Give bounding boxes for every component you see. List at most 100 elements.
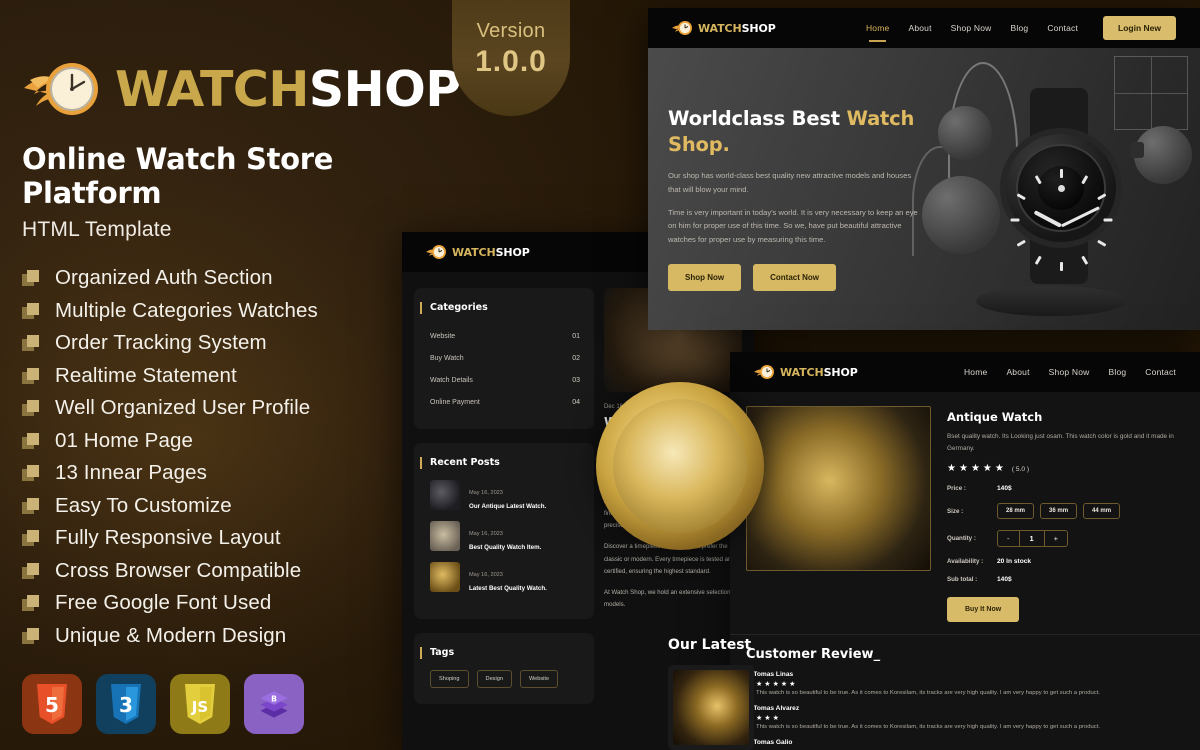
square-bullet-icon — [22, 562, 41, 579]
contact-now-button[interactable]: Contact Now — [753, 263, 836, 291]
hero-watch-scene — [900, 48, 1200, 330]
feature-item: Order Tracking System — [22, 327, 452, 360]
svg-text:3: 3 — [119, 693, 133, 717]
recent-post-item[interactable]: May 16, 2023 Latest Best Quality Watch. — [430, 562, 580, 592]
navbar-logo[interactable]: WATCHSHOP — [754, 364, 858, 380]
price-row: Price : 140$ — [947, 485, 1184, 492]
feature-label: Cross Browser Compatible — [55, 558, 302, 582]
quantity-decrement-button[interactable]: - — [998, 531, 1018, 546]
version-label: Version — [476, 20, 546, 42]
watch-dial — [1010, 166, 1112, 271]
shop-now-button[interactable]: Shop Now — [668, 263, 742, 291]
nav-link-contact[interactable]: Contact — [1145, 367, 1176, 377]
square-bullet-icon — [22, 270, 41, 287]
brand-logo: WATCHSHOP — [22, 58, 461, 120]
feature-item: Free Google Font Used — [22, 587, 452, 620]
nav-link-about[interactable]: About — [908, 23, 931, 33]
post-title: Best Quality Watch Item. — [469, 543, 542, 551]
post-title: Latest Best Quality Watch. — [469, 584, 547, 592]
feature-label: Realtime Statement — [55, 363, 237, 387]
hero-title-gold1: Watch — [846, 107, 915, 130]
navbar-links: Home About Shop Now Blog Contact — [964, 367, 1176, 377]
buy-it-now-button[interactable]: Buy It Now — [947, 597, 1020, 623]
watch-case — [1000, 128, 1122, 271]
scene-sphere-decor — [938, 106, 992, 160]
product-image[interactable] — [746, 406, 931, 571]
nav-link-blog[interactable]: Blog — [1011, 23, 1029, 33]
watch-center-pin — [1057, 184, 1065, 192]
gold-watch-face — [613, 399, 747, 533]
feature-label: Multiple Categories Watches — [55, 298, 318, 322]
nav-link-shop-now[interactable]: Shop Now — [951, 23, 992, 33]
quantity-increment-button[interactable]: + — [1045, 531, 1067, 546]
reviewer-name: 2. Tomas Alvarez — [746, 705, 800, 713]
star-icon: ★ — [947, 463, 956, 475]
recent-post-item[interactable]: May 16, 2023 Best Quality Watch Item. — [430, 521, 580, 551]
javascript-shield-icon: JS — [183, 684, 217, 724]
watch-bezel — [1010, 144, 1112, 271]
nav-link-blog[interactable]: Blog — [1108, 367, 1126, 377]
nav-link-home[interactable]: Home — [866, 23, 889, 42]
our-latest-heading: Our Latest — [668, 637, 752, 653]
star-icon: ★ — [982, 463, 992, 475]
size-option-28mm[interactable]: 28 mm — [997, 503, 1035, 520]
reviewer-name: 1. Tomas Linas — [746, 671, 794, 679]
navbar-logo[interactable]: WATCHSHOP — [672, 20, 776, 36]
hero-paragraph: Time is very important in today's world.… — [668, 208, 918, 244]
review-text: This watch is so beautiful to be true. A… — [756, 690, 1100, 697]
category-row[interactable]: Watch Details 03 — [430, 369, 580, 391]
tag-chip[interactable]: Design — [476, 670, 512, 688]
product-page-screenshot: WATCHSHOP Home About Shop Now Blog Conta… — [730, 352, 1200, 750]
subtotal-label: Sub total : — [947, 576, 978, 584]
svg-text:5: 5 — [45, 693, 59, 717]
html5-shield-icon: 5 — [35, 684, 69, 724]
brand-wordmark: WATCHSHOP — [115, 65, 461, 114]
category-row[interactable]: Website 01 — [430, 325, 580, 347]
feature-label: 01 Home Page — [55, 428, 193, 452]
nav-link-home[interactable]: Home — [964, 367, 987, 377]
price-value: 140$ — [997, 485, 1012, 493]
css3-badge: 3 — [96, 674, 156, 734]
watch-hour-hand — [1033, 210, 1062, 228]
product-rating: ★ ★ ★ ★ ★ ( 5.0 ) — [947, 464, 1184, 474]
hero-watch-image — [988, 88, 1144, 284]
tech-badge-row: 5 3 JS B — [22, 674, 452, 734]
html5-badge: 5 — [22, 674, 82, 734]
customer-review-section: Customer Review_ 1. Tomas Linas ★ ★ ★ ★ … — [730, 634, 1200, 746]
category-number: 01 — [572, 332, 580, 340]
css3-shield-icon: 3 — [109, 684, 143, 724]
product-title: Antique Watch — [947, 410, 1043, 424]
decorative-gold-watch-image — [596, 382, 764, 550]
square-bullet-icon — [22, 627, 41, 644]
nav-link-about[interactable]: About — [1006, 367, 1029, 377]
availability-label: Availability : — [947, 558, 984, 566]
post-date: May 16, 2023 — [469, 571, 503, 578]
size-label: Size : — [947, 507, 964, 515]
subtotal-value: 140$ — [997, 576, 1012, 584]
product-detail: Antique Watch Bset quality watch. Its Lo… — [730, 392, 1200, 623]
login-button[interactable]: Login New — [1103, 16, 1176, 40]
hero-title-gold2: Shop. — [668, 132, 730, 156]
hero-title-part1: Worldclass Best — [668, 107, 847, 130]
bootstrap-layers-icon: B — [257, 684, 291, 724]
feature-label: Free Google Font Used — [55, 591, 272, 615]
hero-paragraph: Our shop has world-class best quality ne… — [668, 171, 912, 194]
nav-link-contact[interactable]: Contact — [1047, 23, 1078, 33]
product-info: Antique Watch Bset quality watch. Its Lo… — [947, 406, 1184, 623]
tag-chip[interactable]: Website — [519, 670, 559, 688]
category-row[interactable]: Buy Watch 02 — [430, 347, 580, 369]
feature-item: Multiple Categories Watches — [22, 295, 452, 328]
size-option-36mm[interactable]: 36 mm — [1040, 503, 1078, 520]
category-row[interactable]: Online Payment 04 — [430, 391, 580, 413]
nav-link-shop-now[interactable]: Shop Now — [1049, 367, 1090, 377]
quantity-stepper[interactable]: - 1 + — [997, 530, 1069, 548]
latest-product-card[interactable] — [668, 665, 754, 750]
feature-item: Cross Browser Compatible — [22, 555, 452, 588]
star-icon: ★ — [970, 463, 980, 475]
feature-list: Organized Auth Section Multiple Categori… — [22, 262, 452, 652]
size-option-44mm[interactable]: 44 mm — [1083, 503, 1121, 520]
navbar-brand-second: SHOP — [495, 245, 530, 259]
hero-copy: Worldclass Best Watch Shop. Our shop has … — [668, 106, 920, 291]
square-bullet-icon — [22, 367, 41, 384]
recent-post-item[interactable]: May 16, 2023 Our Antique Latest Watch. — [430, 480, 580, 510]
